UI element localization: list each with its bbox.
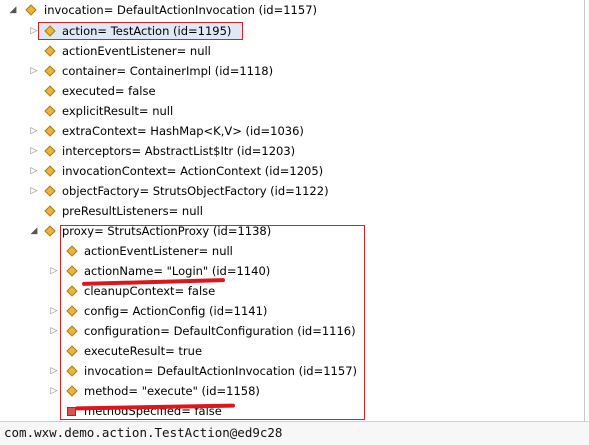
tree-item-label: interceptors= AbstractList$Itr (id=1203) [62, 144, 296, 158]
field-icon [44, 101, 56, 121]
variables-tree: ◢ invocation= DefaultActionInvocation (i… [0, 0, 585, 421]
tree-item-label: invocationContext= ActionContext (id=120… [62, 164, 324, 178]
tree-item-label: extraContext= HashMap<K,V> (id=1036) [62, 124, 304, 138]
collapse-triangle-icon[interactable]: ◢ [29, 221, 39, 241]
field-icon [44, 121, 56, 141]
tree-item-label: container= ContainerImpl (id=1118) [62, 64, 274, 78]
tree-item-label: actionEventListener= null [84, 244, 233, 258]
private-field-icon [66, 401, 78, 421]
tree-item-label: action= TestAction (id=1195) [62, 24, 232, 38]
field-icon [44, 81, 56, 101]
tree-item-label: proxy= StrutsActionProxy (id=1138) [62, 224, 272, 238]
tree-item-label: executed= false [62, 84, 156, 98]
expand-triangle-icon[interactable]: ▷ [49, 261, 59, 281]
tree-item-label: preResultListeners= null [62, 204, 203, 218]
field-icon [44, 21, 56, 41]
field-icon [66, 261, 78, 281]
field-icon [44, 181, 56, 201]
tree-item-label: executeResult= true [84, 344, 203, 358]
expand-triangle-icon[interactable]: ▷ [29, 181, 39, 201]
expand-triangle-icon[interactable]: ▷ [29, 121, 39, 141]
field-icon [66, 321, 78, 341]
field-icon [44, 221, 56, 241]
tree-item-label: explicitResult= null [62, 104, 174, 118]
expand-triangle-icon[interactable]: ▷ [29, 141, 39, 161]
field-icon [66, 301, 78, 321]
expand-triangle-icon[interactable]: ▷ [49, 301, 59, 321]
expand-triangle-icon[interactable]: ▷ [29, 161, 39, 181]
expand-triangle-icon[interactable]: ▷ [49, 381, 59, 401]
field-icon [66, 281, 78, 301]
tree-item-label: objectFactory= StrutsObjectFactory (id=1… [62, 184, 329, 198]
field-icon [44, 161, 56, 181]
expand-triangle-icon[interactable]: ▷ [49, 361, 59, 381]
field-icon [44, 61, 56, 81]
field-icon [44, 141, 56, 161]
status-bar: com.wxw.demo.action.TestAction@ed9c28 [0, 421, 589, 445]
field-icon [66, 241, 78, 261]
tree-item-label: invocation= DefaultActionInvocation (id=… [84, 364, 357, 378]
field-icon [66, 361, 78, 381]
field-icon [25, 0, 37, 20]
tree-root-label: invocation= DefaultActionInvocation (id=… [44, 3, 317, 17]
field-icon [66, 381, 78, 401]
tree-item-label: actionName= "Login" (id=1140) [84, 264, 271, 278]
field-icon [44, 201, 56, 221]
field-icon [44, 41, 56, 61]
tree-item-label: configuration= DefaultConfiguration (id=… [84, 324, 356, 338]
collapse-triangle-icon[interactable]: ◢ [8, 0, 18, 20]
field-icon [66, 341, 78, 361]
tree-item-label: actionEventListener= null [62, 44, 211, 58]
expand-triangle-icon[interactable]: ▷ [49, 321, 59, 341]
tree-item-label: config= ActionConfig (id=1141) [84, 304, 268, 318]
tree-item-label: method= "execute" (id=1158) [84, 384, 260, 398]
expand-triangle-icon[interactable]: ▷ [29, 61, 39, 81]
expand-triangle-icon[interactable]: ▷ [29, 21, 39, 41]
